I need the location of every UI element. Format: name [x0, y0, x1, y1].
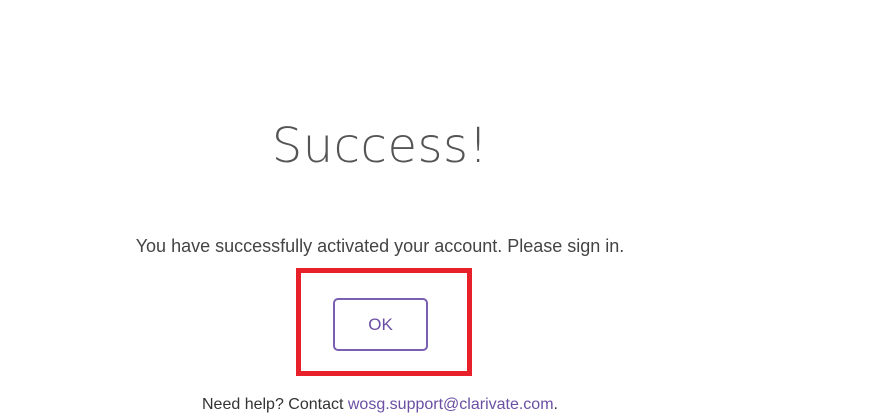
help-text: Need help? Contact — [202, 396, 348, 413]
support-email-link[interactable]: wosg.support@clarivate.com — [348, 396, 554, 413]
help-line: Need help? Contact wosg.support@clarivat… — [0, 396, 760, 414]
ok-button[interactable]: OK — [333, 298, 428, 351]
success-message: You have successfully activated your acc… — [135, 236, 625, 256]
help-suffix: . — [553, 396, 558, 413]
success-title: Success! — [271, 118, 489, 174]
